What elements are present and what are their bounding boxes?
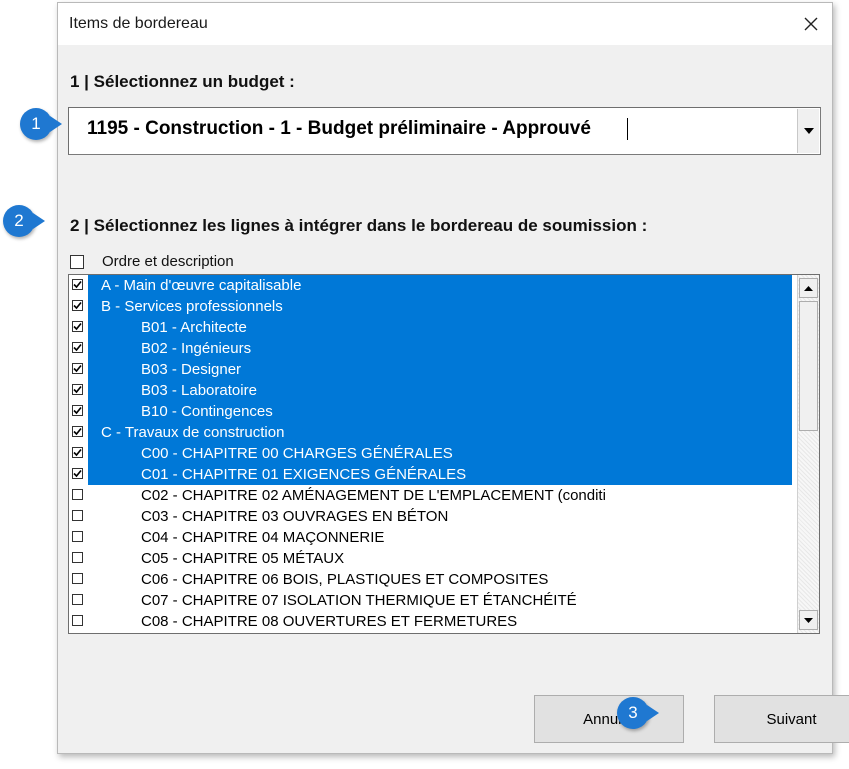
list-item[interactable]: C01 - CHAPITRE 01 EXIGENCES GÉNÉRALES [69, 464, 799, 485]
step2-label: 2 | Sélectionnez les lignes à intégrer d… [70, 216, 648, 235]
scroll-up-button[interactable] [799, 278, 818, 298]
list-item-checkbox[interactable] [72, 573, 83, 584]
text-caret [627, 118, 628, 140]
listbox-scrollbar[interactable] [797, 275, 819, 633]
list-item[interactable]: B02 - Ingénieurs [69, 338, 799, 359]
arrow-up-icon [804, 285, 813, 291]
list-item-label: B03 - Designer [141, 361, 242, 378]
list-item-label: A - Main d'œuvre capitalisable [101, 277, 302, 294]
callout-marker-2: 2 [3, 205, 45, 237]
list-item-checkbox[interactable] [72, 321, 83, 332]
scroll-down-button[interactable] [799, 610, 818, 630]
list-item-label: C00 - CHAPITRE 00 CHARGES GÉNÉRALES [141, 445, 453, 462]
list-item[interactable]: B - Services professionnels [69, 296, 799, 317]
list-item[interactable]: C08 - CHAPITRE 08 OUVERTURES ET FERMETUR… [69, 611, 799, 632]
list-item-checkbox[interactable] [72, 615, 83, 626]
list-item-label: C05 - CHAPITRE 05 MÉTAUX [141, 550, 345, 567]
list-item-checkbox[interactable] [72, 510, 83, 521]
callout-marker-3: 3 [617, 697, 659, 729]
budget-select[interactable]: 1195 - Construction - 1 - Budget prélimi… [68, 107, 821, 155]
list-item-label: C02 - CHAPITRE 02 AMÉNAGEMENT DE L'EMPLA… [141, 487, 606, 504]
check-icon [73, 427, 82, 436]
list-item[interactable]: C04 - CHAPITRE 04 MAÇONNERIE [69, 527, 799, 548]
list-item-label: B02 - Ingénieurs [141, 340, 252, 357]
check-icon [73, 364, 82, 373]
check-icon [73, 343, 82, 352]
list-item-checkbox[interactable] [72, 489, 83, 500]
scroll-thumb[interactable] [799, 301, 818, 431]
check-icon [73, 385, 82, 394]
check-icon [73, 469, 82, 478]
list-item[interactable]: C - Travaux de construction [69, 422, 799, 443]
check-icon [73, 322, 82, 331]
step1-label: 1 | Sélectionnez un budget : [70, 72, 295, 91]
callout-marker-1: 1 [20, 108, 62, 140]
list-item[interactable]: C07 - CHAPITRE 07 ISOLATION THERMIQUE ET… [69, 590, 799, 611]
list-item-checkbox[interactable] [72, 426, 83, 437]
list-item-label: B - Services professionnels [101, 298, 283, 315]
budget-select-value: 1195 - Construction - 1 - Budget prélimi… [87, 118, 591, 139]
list-item-label: B03 - Laboratoire [141, 382, 257, 399]
list-item[interactable]: A - Main d'œuvre capitalisable [69, 275, 799, 296]
list-item-label: C07 - CHAPITRE 07 ISOLATION THERMIQUE ET… [141, 592, 577, 609]
check-icon [73, 406, 82, 415]
list-item[interactable]: B01 - Architecte [69, 317, 799, 338]
order-description-label: Ordre et description [102, 253, 234, 270]
budget-dropdown-button[interactable] [797, 109, 819, 153]
close-icon [804, 17, 818, 31]
order-description-checkbox[interactable] [70, 254, 84, 269]
check-icon [73, 280, 82, 289]
check-icon [73, 448, 82, 457]
list-item-checkbox[interactable] [72, 594, 83, 605]
next-button[interactable]: Suivant [714, 695, 849, 743]
list-item-checkbox[interactable] [72, 342, 83, 353]
lines-listbox[interactable]: A - Main d'œuvre capitalisable B - Servic… [68, 274, 820, 634]
list-item-label: C04 - CHAPITRE 04 MAÇONNERIE [141, 529, 385, 546]
order-description-checkbox-row[interactable]: Ordre et description [70, 253, 234, 270]
list-item-checkbox[interactable] [72, 447, 83, 458]
list-item-checkbox[interactable] [72, 468, 83, 479]
list-item-label: C - Travaux de construction [101, 424, 285, 441]
list-item[interactable]: C02 - CHAPITRE 02 AMÉNAGEMENT DE L'EMPLA… [69, 485, 799, 506]
list-item[interactable]: C00 - CHAPITRE 00 CHARGES GÉNÉRALES [69, 443, 799, 464]
list-item-label: C08 - CHAPITRE 08 OUVERTURES ET FERMETUR… [141, 613, 518, 630]
list-item-checkbox[interactable] [72, 384, 83, 395]
list-item-label: B10 - Contingences [141, 403, 273, 420]
check-icon [73, 301, 82, 310]
list-item-checkbox[interactable] [72, 279, 83, 290]
window-title: Items de bordereau [69, 15, 208, 32]
list-item-label: B01 - Architecte [141, 319, 247, 336]
arrow-down-icon [804, 617, 813, 623]
list-item-checkbox[interactable] [72, 405, 83, 416]
list-item-label: C03 - CHAPITRE 03 OUVRAGES EN BÉTON [141, 508, 449, 525]
list-item-checkbox[interactable] [72, 552, 83, 563]
chevron-down-icon [803, 128, 814, 134]
list-item[interactable]: C03 - CHAPITRE 03 OUVRAGES EN BÉTON [69, 506, 799, 527]
list-item-checkbox[interactable] [72, 531, 83, 542]
cancel-button[interactable]: Annuler [534, 695, 684, 743]
list-item[interactable]: B03 - Designer [69, 359, 799, 380]
title-bar: Items de bordereau [58, 3, 832, 45]
list-item[interactable]: B10 - Contingences [69, 401, 799, 422]
list-item-checkbox[interactable] [72, 363, 83, 374]
list-item-label: C06 - CHAPITRE 06 BOIS, PLASTIQUES ET CO… [141, 571, 549, 588]
close-button[interactable] [796, 9, 826, 39]
list-item[interactable]: C05 - CHAPITRE 05 MÉTAUX [69, 548, 799, 569]
list-item-checkbox[interactable] [72, 300, 83, 311]
list-item-label: C01 - CHAPITRE 01 EXIGENCES GÉNÉRALES [141, 466, 467, 483]
dialog-window: Items de bordereau 1 | Sélectionnez un b… [57, 2, 849, 754]
list-item[interactable]: B03 - Laboratoire [69, 380, 799, 401]
list-item[interactable]: C06 - CHAPITRE 06 BOIS, PLASTIQUES ET CO… [69, 569, 799, 590]
